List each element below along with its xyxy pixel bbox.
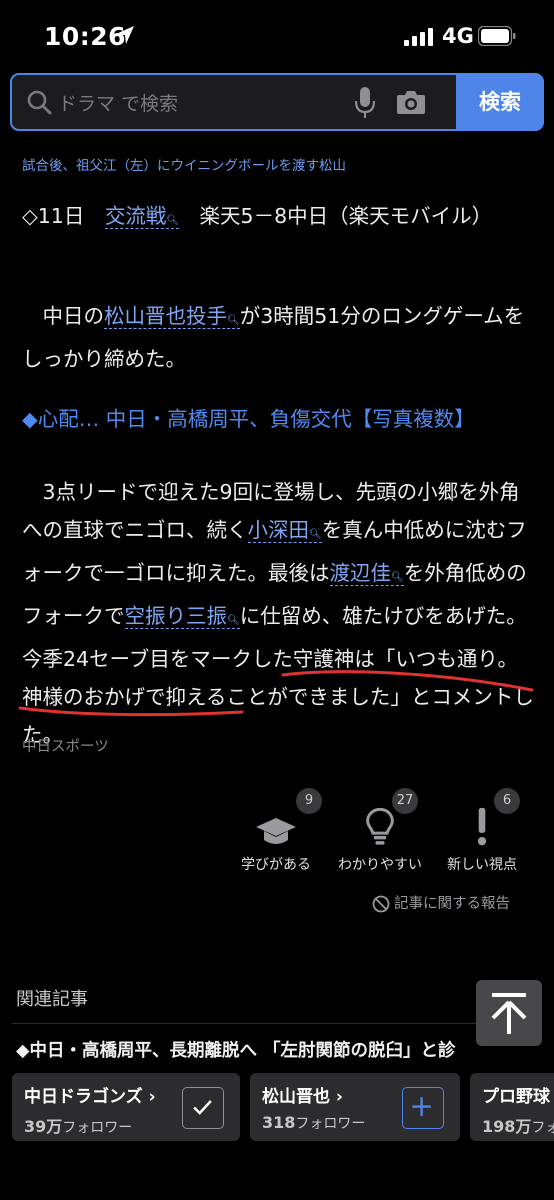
- text: 中日の: [22, 304, 104, 328]
- article-paragraph-3: 3点リードで迎えた9回に登場し、先頭の小郷を外角への直球でニゴロ、続く小深田🔍︎…: [22, 473, 537, 754]
- article-source: 中日スポーツ: [22, 739, 109, 755]
- text: ◇11日: [22, 204, 105, 228]
- follow-name: 中日ドラゴンズ ›: [24, 1087, 156, 1107]
- keyword-link-kouryusen[interactable]: 交流戦🔍︎: [104, 204, 180, 229]
- keyword-link-kobukata[interactable]: 小深田🔍︎: [247, 518, 322, 543]
- check-icon: [193, 1100, 212, 1115]
- follower-count: 318フォロワー: [262, 1113, 366, 1132]
- graduation-cap-icon: [256, 818, 296, 844]
- follow-name: プロ野球: [482, 1087, 550, 1107]
- article-paragraph-2: 中日の松山晋也投手🔍︎が3時間51分のロングゲームをしっかり締めた。: [22, 297, 537, 378]
- keyword-link-strikeout[interactable]: 空振り三振🔍︎: [124, 604, 240, 629]
- lightbulb-icon: [366, 807, 394, 845]
- prohibited-icon: [372, 895, 390, 913]
- text: 楽天5－8中日（楽天モバイル）: [179, 204, 493, 228]
- reaction-label: わかりやすい: [338, 857, 422, 873]
- signal-icon: [404, 28, 433, 46]
- follow-card-matsuyama[interactable]: 松山晋也 › 318フォロワー: [250, 1073, 460, 1141]
- arrow-up-to-top-icon: [491, 993, 527, 1034]
- report-label: 記事に関する報告: [394, 896, 510, 912]
- camera-icon[interactable]: [396, 89, 426, 115]
- search-bar: ドラマ で検索 検索: [10, 73, 544, 131]
- follower-count: 39万フォロワー: [24, 1117, 133, 1136]
- battery-icon: [478, 26, 516, 46]
- follow-card-chunichi[interactable]: 中日ドラゴンズ › 39万フォロワー: [12, 1073, 240, 1141]
- reaction-count: 27: [392, 788, 418, 814]
- search-icon: [27, 90, 52, 115]
- follow-bar: 中日ドラゴンズ › 39万フォロワー 松山晋也 › 318フォロワー プロ野球 …: [0, 1063, 554, 1200]
- follower-count: 198万フォロワー: [482, 1117, 554, 1136]
- report-link[interactable]: 記事に関する報告: [372, 892, 510, 913]
- reaction-label: 新しい視点: [447, 857, 517, 873]
- search-button[interactable]: 検索: [456, 73, 544, 131]
- article-paragraph-1: ◇11日 交流戦🔍︎ 楽天5－8中日（楽天モバイル）: [22, 197, 537, 240]
- follow-plus-button[interactable]: [402, 1087, 444, 1129]
- follow-name: 松山晋也 ›: [262, 1087, 343, 1107]
- keyword-link-matsuyama[interactable]: 松山晋也投手🔍︎: [104, 304, 240, 329]
- microphone-icon[interactable]: [354, 86, 376, 120]
- reaction-count: 6: [494, 788, 520, 814]
- related-article-link[interactable]: ◆中日・高橋周平、長期離脱へ 「左肘関節の脱臼」と診: [16, 1037, 546, 1062]
- reaction-clear[interactable]: 27 わかりやすい: [330, 788, 430, 874]
- location-arrow-icon: [116, 26, 134, 44]
- search-input[interactable]: ドラマ で検索: [58, 89, 178, 116]
- reaction-label: 学びがある: [241, 857, 311, 873]
- divider: [12, 1023, 542, 1024]
- scroll-to-top-button[interactable]: [476, 980, 542, 1046]
- following-check-button[interactable]: [182, 1087, 224, 1129]
- plus-icon: [412, 1097, 431, 1116]
- follow-card-pro-baseball[interactable]: プロ野球 198万フォロワー: [470, 1073, 554, 1141]
- network-type: 4G: [442, 24, 474, 48]
- status-bar: 10:26 4G: [0, 0, 554, 72]
- keyword-link-watanabe[interactable]: 渡辺佳🔍︎: [329, 561, 404, 586]
- reaction-new-perspective[interactable]: 6 新しい視点: [440, 788, 524, 874]
- related-link-inline[interactable]: ◆心配… 中日・高橋周平、負傷交代【写真複数】: [22, 400, 537, 438]
- reaction-count: 9: [296, 788, 322, 814]
- reaction-learn[interactable]: 9 学びがある: [234, 788, 322, 874]
- photo-caption: 試合後、祖父江（左）にウイニングボールを渡す松山: [22, 158, 346, 174]
- exclamation-icon: [477, 807, 487, 846]
- related-articles-heading: 関連記事: [16, 989, 88, 1010]
